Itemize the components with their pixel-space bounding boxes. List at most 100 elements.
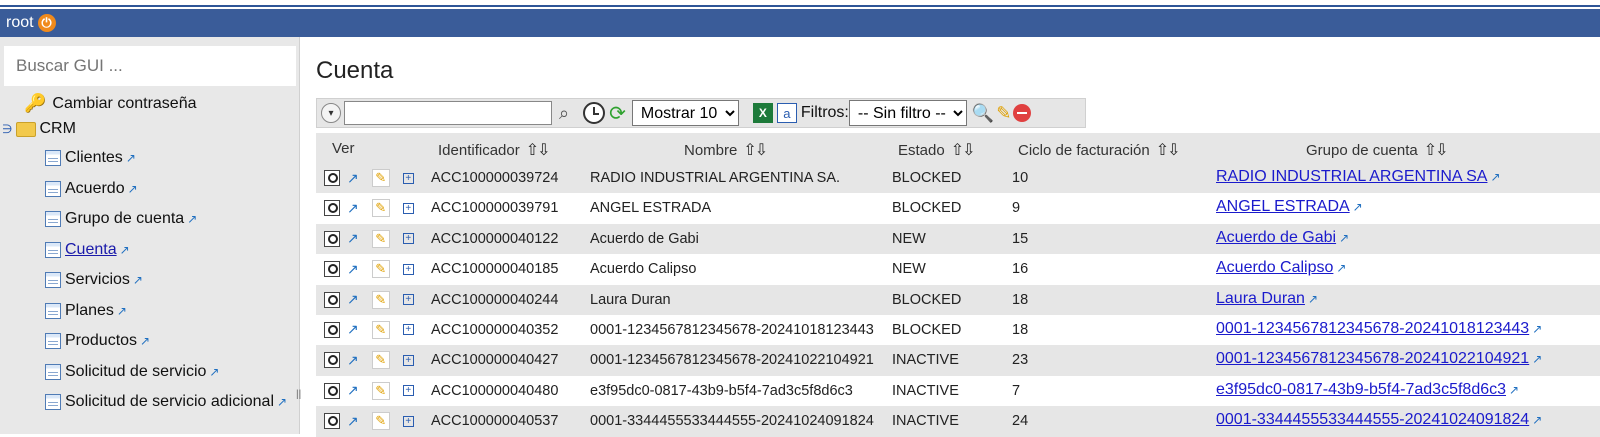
external-link-icon[interactable]: ↗ <box>347 413 359 430</box>
col-cycle[interactable]: Ciclo de facturación ⇧⇩ <box>1018 140 1181 160</box>
excel-export-icon[interactable]: X <box>752 103 773 123</box>
sidebar-item[interactable]: Planes ↗ <box>45 302 127 320</box>
remove-filter-icon[interactable] <box>1013 104 1032 122</box>
group-link[interactable]: ANGEL ESTRADA <box>1216 198 1350 215</box>
sort-arrows-icon[interactable]: ⇧⇩ <box>951 142 976 159</box>
expand-icon[interactable]: + <box>402 202 414 214</box>
col-name[interactable]: Nombre ⇧⇩ <box>684 140 768 160</box>
col-group[interactable]: Grupo de cuenta ⇧⇩ <box>1306 140 1449 160</box>
external-link-icon[interactable]: ↗ <box>120 243 130 257</box>
expand-icon[interactable]: + <box>402 354 414 366</box>
sidebar-item[interactable]: Clientes ↗ <box>45 149 136 167</box>
group-link[interactable]: Laura Duran <box>1216 290 1305 307</box>
external-link-icon[interactable]: ↗ <box>209 365 219 379</box>
expand-icon[interactable]: + <box>402 263 414 275</box>
page-size-select[interactable]: Mostrar 10 <box>631 100 739 126</box>
view-icon[interactable] <box>324 200 340 217</box>
sidebar-item[interactable]: Solicitud de servicio ↗ <box>45 363 219 381</box>
expand-icon[interactable]: + <box>402 233 414 245</box>
view-icon[interactable] <box>324 170 340 186</box>
power-icon[interactable]: ⏻ <box>37 14 56 32</box>
external-link-icon[interactable]: ↗ <box>1339 231 1349 245</box>
splitter-handle[interactable]: || <box>296 389 301 400</box>
group-link[interactable]: Acuerdo de Gabi <box>1216 229 1336 246</box>
external-link-icon[interactable]: ↗ <box>1532 413 1542 427</box>
external-link-icon[interactable]: ↗ <box>1353 200 1363 214</box>
refresh-icon[interactable]: ⟳ <box>609 101 626 126</box>
view-icon[interactable] <box>324 413 340 430</box>
external-link-icon[interactable]: ↗ <box>1509 383 1519 397</box>
chevron-down-icon[interactable]: ▾ <box>321 103 341 123</box>
external-link-icon[interactable]: ↗ <box>1308 292 1318 306</box>
edit-icon[interactable]: ✎ <box>371 381 390 400</box>
view-icon[interactable] <box>324 261 340 278</box>
view-icon[interactable] <box>324 230 340 247</box>
external-link-icon[interactable]: ↗ <box>1490 170 1500 184</box>
search-icon[interactable]: ⌕ <box>559 103 569 124</box>
external-link-icon[interactable]: ↗ <box>126 151 136 165</box>
gui-search-input[interactable] <box>4 46 296 86</box>
external-link-icon[interactable]: ↗ <box>347 170 359 187</box>
sidebar-item[interactable]: Solicitud de servicio adicional ↗ <box>45 393 287 411</box>
group-link[interactable]: 0001-3344455533444555-20241024091824 <box>1216 411 1529 428</box>
edit-icon[interactable]: ✎ <box>371 229 390 248</box>
external-link-icon[interactable]: ↗ <box>117 304 127 318</box>
collapse-icon[interactable]: ∋ <box>2 122 12 136</box>
external-link-icon[interactable]: ↗ <box>347 200 359 217</box>
folder-crm[interactable]: ∋ CRM <box>2 120 76 138</box>
sidebar-item[interactable]: Servicios ↗ <box>45 271 143 289</box>
expand-icon[interactable]: + <box>402 294 414 306</box>
edit-icon[interactable]: ✎ <box>371 169 390 187</box>
external-link-icon[interactable]: ↗ <box>1532 322 1542 336</box>
sidebar-item[interactable]: Productos ↗ <box>45 332 150 350</box>
view-icon[interactable] <box>324 321 340 338</box>
external-link-icon[interactable]: ↗ <box>347 321 359 338</box>
grid-search-input[interactable] <box>344 101 552 125</box>
text-export-icon[interactable]: a <box>776 103 797 123</box>
change-password-item[interactable]: 🔑 Cambiar contraseña <box>24 93 197 114</box>
group-link[interactable]: 0001-1234567812345678-20241022104921 <box>1216 350 1529 367</box>
sidebar-item[interactable]: Cuenta ↗ <box>45 241 130 259</box>
expand-icon[interactable]: + <box>402 324 414 336</box>
external-link-icon[interactable]: ↗ <box>140 334 150 348</box>
sort-arrows-icon[interactable]: ⇧⇩ <box>1156 142 1181 159</box>
edit-icon[interactable]: ✎ <box>371 290 390 309</box>
sort-arrows-icon[interactable]: ⇧⇩ <box>743 142 768 159</box>
external-link-icon[interactable]: ↗ <box>187 212 197 226</box>
expand-icon[interactable]: + <box>402 385 414 397</box>
sidebar-item[interactable]: Grupo de cuenta ↗ <box>45 210 197 228</box>
view-icon[interactable] <box>324 352 340 369</box>
filter-select[interactable]: -- Sin filtro -- <box>848 100 967 126</box>
external-link-icon[interactable]: ↗ <box>347 352 359 369</box>
col-id[interactable]: Identificador ⇧⇩ <box>438 140 551 160</box>
external-link-icon[interactable]: ↗ <box>277 395 287 409</box>
external-link-icon[interactable]: ↗ <box>347 382 359 399</box>
view-icon[interactable] <box>324 291 340 308</box>
sort-arrows-icon[interactable]: ⇧⇩ <box>526 142 551 159</box>
external-link-icon[interactable]: ↗ <box>1532 352 1542 366</box>
edit-icon[interactable]: ✎ <box>371 260 390 279</box>
edit-filter-icon[interactable]: ✎ <box>996 103 1011 124</box>
expand-icon[interactable]: + <box>402 172 414 184</box>
edit-icon[interactable]: ✎ <box>371 199 390 218</box>
view-icon[interactable] <box>324 382 340 399</box>
magnifier-icon[interactable]: 🔍 <box>972 103 994 124</box>
clock-icon[interactable] <box>583 102 606 124</box>
external-link-icon[interactable]: ↗ <box>347 261 359 278</box>
group-link[interactable]: e3f95dc0-0817-43b9-b5f4-7ad3c5f8d6c3 <box>1216 381 1506 398</box>
edit-icon[interactable]: ✎ <box>371 412 390 431</box>
external-link-icon[interactable]: ↗ <box>347 230 359 247</box>
external-link-icon[interactable]: ↗ <box>133 273 143 287</box>
group-link[interactable]: 0001-1234567812345678-20241018123443 <box>1216 320 1529 337</box>
sort-arrows-icon[interactable]: ⇧⇩ <box>1424 142 1449 159</box>
edit-icon[interactable]: ✎ <box>371 351 390 370</box>
external-link-icon[interactable]: ↗ <box>347 291 359 308</box>
external-link-icon[interactable]: ↗ <box>1336 261 1346 275</box>
group-link[interactable]: RADIO INDUSTRIAL ARGENTINA SA <box>1216 168 1487 185</box>
external-link-icon[interactable]: ↗ <box>128 182 138 196</box>
group-link[interactable]: Acuerdo Calipso <box>1216 259 1333 276</box>
expand-icon[interactable]: + <box>402 415 414 427</box>
sidebar-item[interactable]: Acuerdo ↗ <box>45 180 138 198</box>
edit-icon[interactable]: ✎ <box>371 320 390 339</box>
col-state[interactable]: Estado ⇧⇩ <box>898 140 976 160</box>
